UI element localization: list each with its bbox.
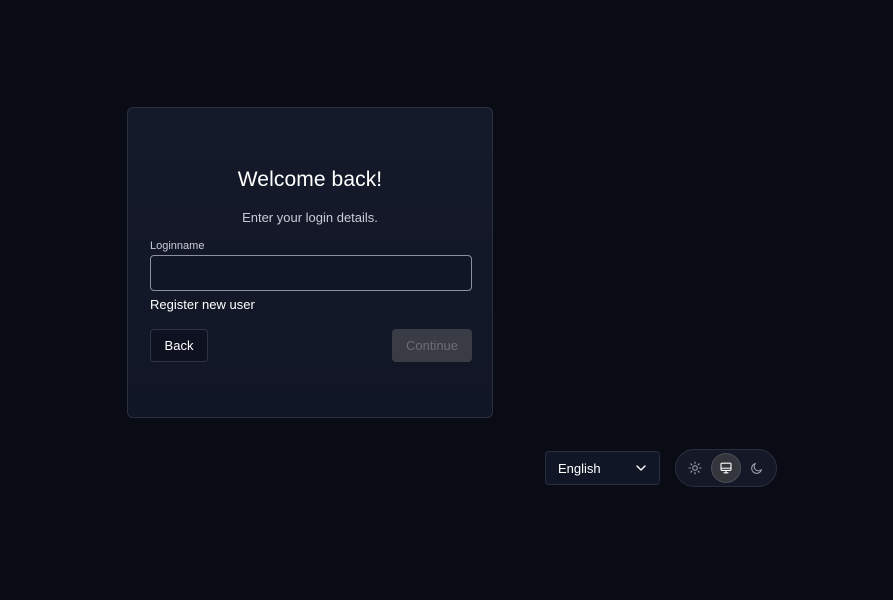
language-select[interactable]: English: [545, 451, 660, 485]
login-card: Welcome back! Enter your login details. …: [127, 107, 493, 418]
register-new-user-link[interactable]: Register new user: [150, 297, 255, 312]
page-title: Welcome back!: [237, 168, 383, 191]
sun-icon: [688, 461, 702, 475]
moon-icon: [751, 462, 763, 474]
loginname-label: Loginname: [150, 240, 205, 252]
back-button[interactable]: Back: [150, 329, 208, 362]
loginname-input[interactable]: [150, 255, 472, 291]
monitor-icon: [720, 462, 732, 474]
chevron-down-icon: [636, 465, 646, 471]
language-select-value: English: [558, 460, 601, 476]
theme-switcher: [675, 449, 777, 487]
theme-light-button[interactable]: [680, 453, 710, 483]
theme-dark-button[interactable]: [742, 453, 772, 483]
continue-button[interactable]: Continue: [392, 329, 472, 362]
page-subtitle: Enter your login details.: [242, 210, 378, 225]
theme-system-button[interactable]: [711, 453, 741, 483]
